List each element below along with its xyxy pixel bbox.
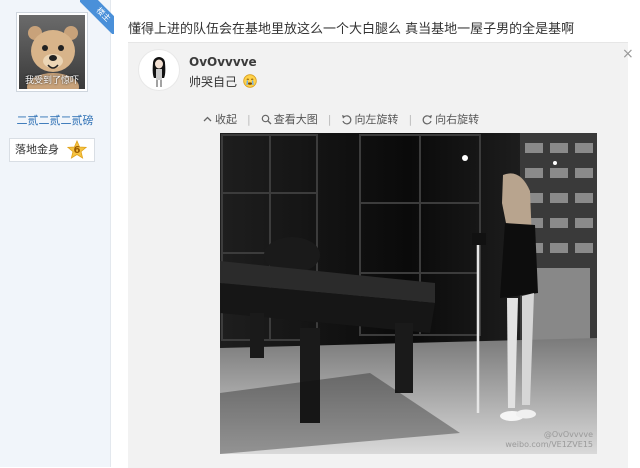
quote-author-name[interactable]: OvOvvvve: [189, 55, 257, 69]
level-badge[interactable]: 落地金身 6: [9, 138, 95, 162]
quoted-post: OvOvvvve 帅哭自己 收起 | 查看大图 | 向左旋转 | 向右旋转 @O…: [128, 42, 628, 468]
rotate-right-button[interactable]: 向右旋转: [422, 111, 479, 127]
collapse-label: 收起: [215, 113, 237, 126]
post-text: 懂得上进的队伍会在基地里放这么一个大白腿么 真当基地一屋子男的全是基啊: [128, 22, 575, 37]
post-photo[interactable]: @OvOvvvve weibo.com/VE1ZVE15: [220, 133, 597, 454]
avatar-image: 我受到了惊吓: [19, 15, 85, 89]
image-toolbar: 收起 | 查看大图 | 向左旋转 | 向右旋转: [202, 109, 479, 129]
view-large-button[interactable]: 查看大图: [261, 111, 318, 127]
rotate-left-button[interactable]: 向左旋转: [341, 111, 398, 127]
author-name-link[interactable]: 二贰二贰二贰磅: [0, 112, 110, 128]
photo-image: [220, 133, 597, 454]
avatar-caption: 我受到了惊吓: [24, 76, 79, 86]
collapse-button[interactable]: 收起: [202, 111, 237, 127]
rotate-right-label: 向右旋转: [435, 113, 480, 126]
level-number: 6: [73, 145, 81, 156]
girl-avatar-icon: [152, 57, 166, 87]
quote-avatar[interactable]: [138, 49, 180, 91]
rotate-left-label: 向左旋转: [354, 113, 399, 126]
rotate-right-icon: [422, 114, 433, 124]
close-icon[interactable]: ×: [622, 47, 634, 61]
magnifier-icon: [261, 114, 272, 124]
photo-watermark: @OvOvvvve weibo.com/VE1ZVE15: [505, 430, 593, 450]
author-sidebar: 我受到了惊吓 楼主 二贰二贰二贰磅 落地金身 6: [0, 0, 114, 467]
collapse-icon: [203, 116, 212, 121]
toolbar-divider: |: [408, 112, 413, 126]
op-badge: 楼主: [80, 0, 114, 34]
avatar[interactable]: 我受到了惊吓: [16, 12, 88, 92]
quote-text-line: 帅哭自己: [189, 73, 257, 90]
quote-text: 帅哭自己: [189, 75, 238, 89]
toolbar-divider: |: [327, 112, 332, 126]
level-label: 落地金身: [15, 143, 59, 156]
watermark-line1: @OvOvvvve: [543, 430, 593, 439]
crying-emoji-icon: [243, 74, 257, 88]
view-large-label: 查看大图: [273, 113, 318, 126]
watermark-line2: weibo.com/VE1ZVE15: [505, 440, 593, 449]
toolbar-divider: |: [247, 112, 251, 126]
op-badge-label: 楼主: [80, 0, 114, 34]
rotate-left-icon: [342, 114, 352, 124]
